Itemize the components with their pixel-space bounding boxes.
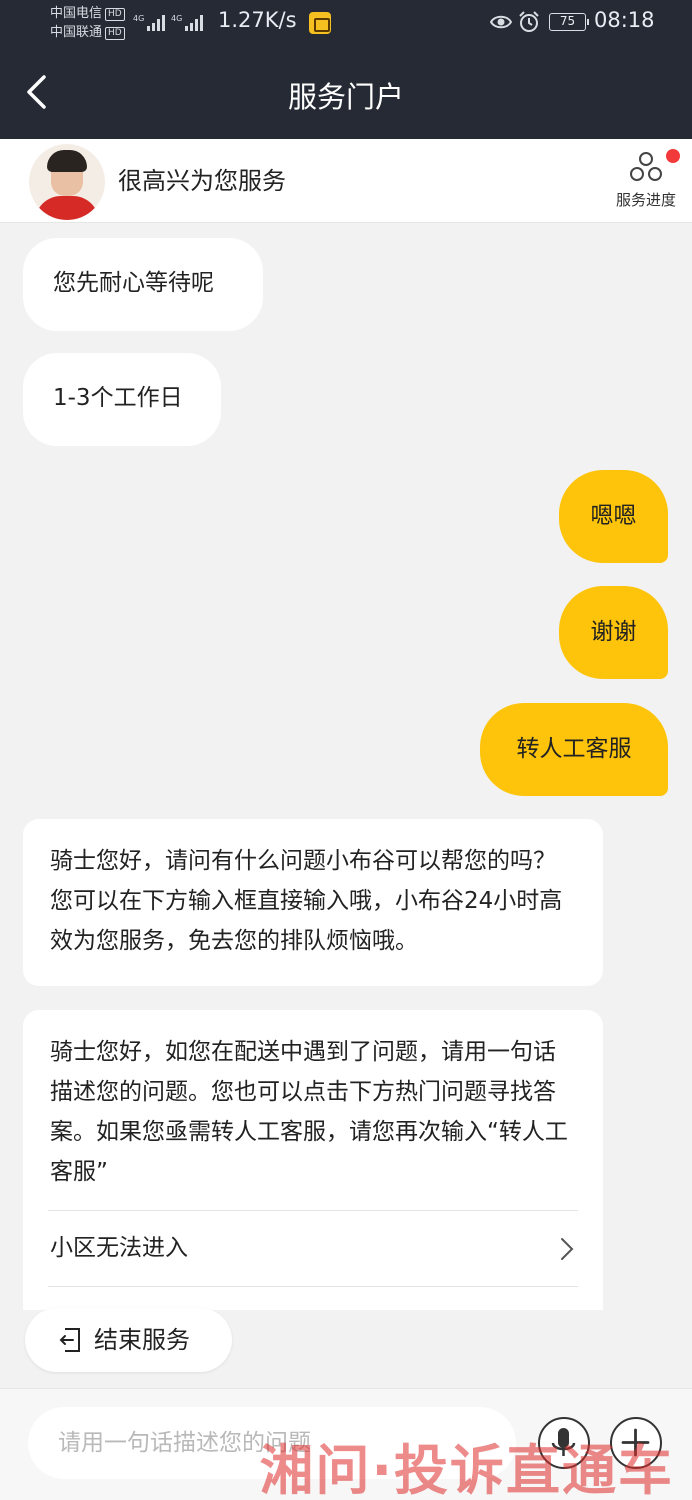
faq-item-label: 小区无法进入	[50, 1235, 188, 1261]
alarm-icon	[519, 11, 539, 32]
svg-text:4G: 4G	[133, 14, 144, 23]
hd-badge-1: HD	[105, 8, 125, 21]
user-message: 嗯嗯	[559, 470, 668, 563]
carrier-info: 中国电信 HD 中国联通 HD	[50, 4, 125, 42]
exit-icon	[59, 1328, 80, 1352]
network-speed: 1.27K/s	[218, 8, 297, 32]
agent-message-long: 骑士您好，请问有什么问题小布谷可以帮您的吗？您可以在下方输入框直接输入哦，小布谷…	[23, 819, 603, 986]
end-service-button[interactable]: 结束服务	[25, 1308, 232, 1372]
battery-indicator: 75	[549, 13, 589, 31]
signal-icon-2: 4G	[171, 14, 203, 31]
notification-dot	[666, 149, 680, 163]
agent-message: 1-3个工作日	[23, 353, 221, 446]
faq-item[interactable]: 小区无法进入	[50, 1211, 576, 1286]
chevron-right-icon	[561, 1238, 574, 1260]
title-bar: 服务门户	[0, 46, 692, 139]
progress-nodes-icon	[630, 152, 662, 181]
status-bar: 中国电信 HD 中国联通 HD 4G 4G 1.27K/s 75 08:18	[0, 0, 692, 46]
divider	[48, 1286, 578, 1287]
agent-greeting: 很高兴为您服务	[118, 167, 286, 195]
user-message: 转人工客服	[480, 703, 668, 796]
watermark-logo: 湘问·投诉直通车	[259, 1439, 674, 1500]
agent-avatar	[29, 144, 105, 220]
signal-icon-1: 4G	[133, 14, 165, 31]
service-progress-button[interactable]: 服务进度	[610, 149, 682, 215]
agent-message-faq: 骑士您好，如您在配送中遇到了问题，请用一句话描述您的问题。您也可以点击下方热门问…	[23, 1010, 603, 1310]
carrier-2: 中国联通	[50, 25, 103, 40]
agent-message-text: 骑士您好，请问有什么问题小布谷可以帮您的吗？您可以在下方输入框直接输入哦，小布谷…	[50, 848, 563, 954]
agent-message: 您先耐心等待呢	[23, 238, 263, 331]
user-message: 谢谢	[559, 586, 668, 679]
eye-comfort-icon	[490, 15, 512, 29]
end-service-label: 结束服务	[94, 1326, 190, 1354]
status-time: 08:18	[594, 8, 655, 32]
carrier-1: 中国电信	[50, 6, 103, 21]
agent-bar: 很高兴为您服务 服务进度	[0, 139, 692, 223]
page-title: 服务门户	[287, 80, 404, 114]
hd-badge-2: HD	[105, 27, 125, 40]
notification-app-icon	[309, 12, 331, 34]
agent-message-text: 骑士您好，如您在配送中遇到了问题，请用一句话描述您的问题。您也可以点击下方热门问…	[50, 1039, 568, 1185]
service-progress-label: 服务进度	[615, 191, 676, 209]
svg-text:4G: 4G	[171, 14, 182, 23]
